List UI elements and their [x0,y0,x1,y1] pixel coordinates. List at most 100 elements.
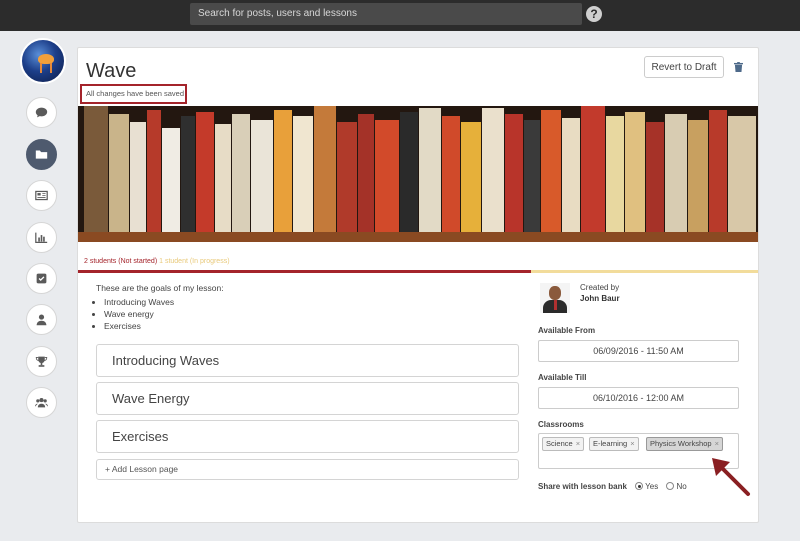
book [358,114,374,232]
nav-lessons[interactable] [26,139,57,170]
creator-avatar [540,283,570,313]
help-icon[interactable]: ? [586,6,602,22]
book [442,116,460,232]
progress-bar-not-started [78,270,531,273]
user-avatar[interactable] [20,38,66,84]
share-no-radio[interactable] [666,482,675,490]
creator-name[interactable]: John Baur [580,294,620,303]
bar-chart-icon [35,232,48,243]
share-label: Share with lesson bank [538,482,627,491]
classrooms-label: Classrooms [538,420,584,429]
nav-profile[interactable] [26,304,57,335]
classroom-tag-physics-workshop[interactable]: Physics Workshop × [646,437,723,451]
progress-bar-in-progress [531,270,758,273]
share-with-lesson-bank: Share with lesson bank Yes No [538,482,687,491]
book [293,116,313,232]
goals-list: Introducing Waves Wave energy Exercises [104,296,224,332]
created-by-label: Created by [580,283,620,292]
save-status: All changes have been saved [80,84,187,104]
nav-comments[interactable] [26,97,57,128]
book [337,122,357,232]
classroom-tag-label: Science [546,439,573,448]
available-till-input[interactable]: 06/10/2016 - 12:00 AM [538,387,739,409]
book [419,108,441,232]
goals-intro: These are the goals of my lesson: [96,283,224,293]
book [314,106,336,232]
nav-achievements[interactable] [26,346,57,377]
annotation-arrow-icon [712,458,750,496]
book [665,114,687,232]
book [84,106,108,232]
share-yes-radio[interactable] [635,482,644,490]
trash-icon[interactable] [734,62,743,72]
add-lesson-page-button[interactable]: + Add Lesson page [96,459,519,480]
available-from-label: Available From [538,326,596,335]
speech-bubble-icon [35,107,48,118]
nav-groups[interactable] [26,387,57,418]
lesson-card: Wave All changes have been saved Revert … [77,47,759,523]
trophy-icon [35,356,48,367]
book [196,112,214,232]
goal-item: Exercises [104,320,224,332]
book [461,122,481,232]
lesson-page-exercises[interactable]: Exercises [96,420,519,453]
book [541,110,561,232]
book [688,120,708,232]
nav-reports[interactable] [26,222,57,253]
nav-news[interactable] [26,180,57,211]
book [274,110,292,232]
checkbox-icon [36,273,47,284]
book [606,116,624,232]
share-yes-label[interactable]: Yes [645,482,658,491]
share-no-label[interactable]: No [676,482,686,491]
book [505,114,523,232]
book [181,116,195,232]
top-bar: ? [0,0,800,31]
book [524,120,540,232]
book [709,110,727,232]
book [215,124,231,232]
classroom-tag-science[interactable]: Science × [542,437,585,451]
jellyfish-tentacles [40,63,52,73]
goal-item: Introducing Waves [104,296,224,308]
nav-tasks[interactable] [26,263,57,294]
book [482,108,504,232]
remove-tag-icon[interactable]: × [630,439,634,448]
progress-summary: 2 students (Not started) 1 student (In p… [84,258,230,265]
newspaper-icon [35,190,48,201]
book [109,114,129,232]
lesson-description: These are the goals of my lesson: Introd… [96,283,224,332]
book [581,106,605,232]
book [130,122,146,232]
book [375,120,399,232]
progress-not-started[interactable]: 2 students (Not started) [84,258,157,265]
book [147,110,161,232]
search-input[interactable] [190,3,582,25]
book [162,128,180,232]
lesson-banner-image [78,106,758,242]
group-icon [35,398,48,408]
lesson-page-introducing-waves[interactable]: Introducing Waves [96,344,519,377]
book [232,114,250,232]
available-from-input[interactable]: 06/09/2016 - 11:50 AM [538,340,739,362]
classroom-tag-e-learning[interactable]: E-learning × [589,437,639,451]
book [400,112,418,232]
remove-tag-icon[interactable]: × [576,439,580,448]
book [728,116,756,232]
available-till-label: Available Till [538,373,587,382]
lesson-title[interactable]: Wave [86,60,136,83]
book [625,112,645,232]
progress-in-progress[interactable]: 1 student (In progress) [159,258,229,265]
classroom-tag-label: E-learning [593,439,628,448]
folder-icon [35,150,48,159]
bookshelf-plank [78,232,758,242]
lesson-page-wave-energy[interactable]: Wave Energy [96,382,519,415]
user-icon [36,314,47,326]
creator-tie [554,300,557,310]
remove-tag-icon[interactable]: × [715,439,719,448]
creator-head [549,286,561,300]
revert-to-draft-button[interactable]: Revert to Draft [644,56,724,78]
book [646,122,664,232]
book [562,118,580,232]
book [251,120,273,232]
